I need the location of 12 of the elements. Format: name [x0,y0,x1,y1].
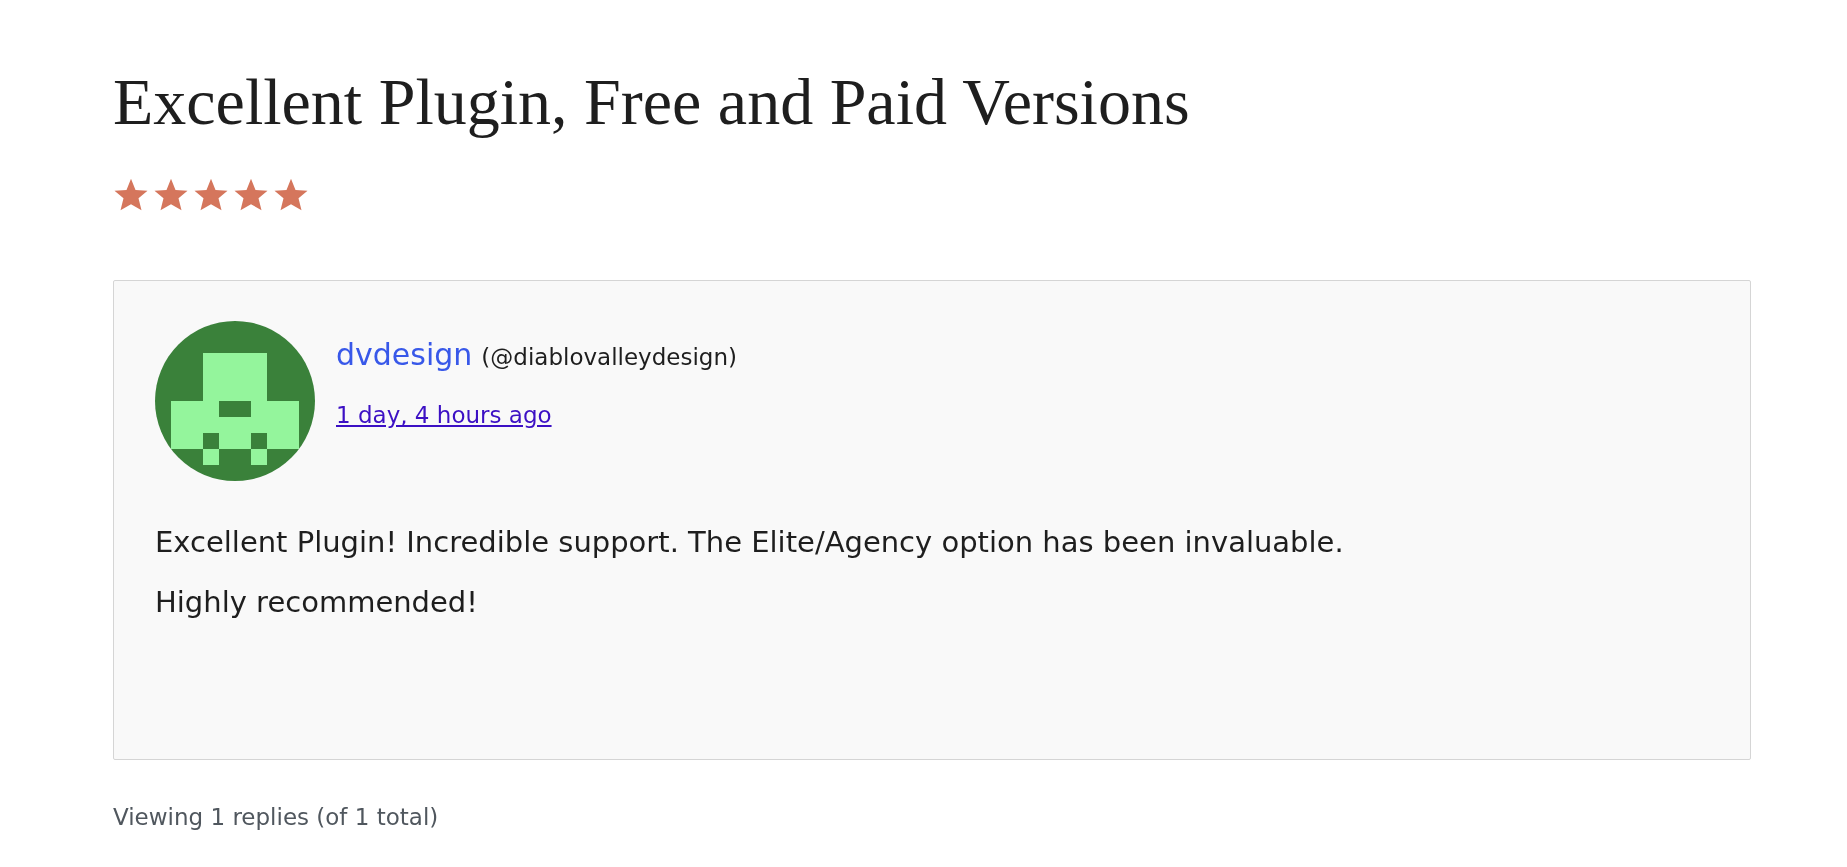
reply-text: Highly recommended! [155,585,478,620]
star-icon [273,177,309,213]
star-icon [113,177,149,213]
review-title: Excellent Plugin, Free and Paid Versions [113,64,1190,140]
star-icon [233,177,269,213]
timestamp-link[interactable]: 1 day, 4 hours ago [336,402,552,429]
star-icon [193,177,229,213]
author-handle: (@diablovalleydesign) [481,344,737,371]
author-link[interactable]: dvdesign [336,337,473,373]
star-icon [153,177,189,213]
reply-text: Excellent Plugin! Incredible support. The Elite/Agency option has been invaluable. [155,525,1344,560]
replies-count: Viewing 1 replies (of 1 total) [113,804,439,831]
